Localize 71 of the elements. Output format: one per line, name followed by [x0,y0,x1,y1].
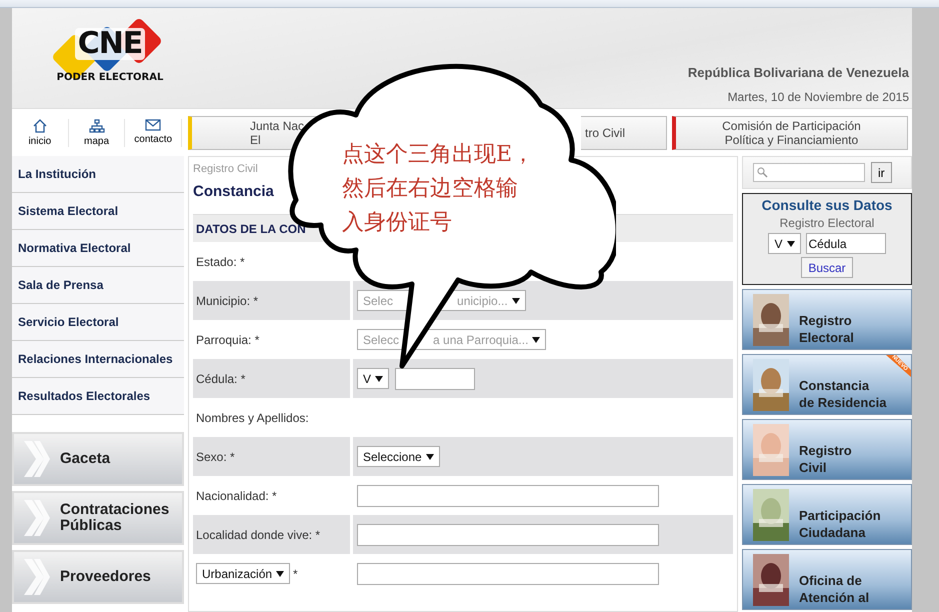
search-button[interactable]: Buscar [801,257,853,278]
caret-icon [276,570,284,576]
field-label: Nombres y Apellidos: [196,410,309,424]
card-label: Constancia de Residencia [799,376,886,410]
id-number-field[interactable] [395,368,476,390]
search-field[interactable] [753,163,865,182]
banner-button[interactable]: Gaceta [12,432,184,486]
caret-icon [426,454,434,460]
chevron-icon [22,498,52,538]
menu-item[interactable]: La Institución [12,156,184,193]
text-field[interactable] [357,524,659,546]
card-label: Participación Ciudadana [799,506,881,540]
sitemap-icon [88,118,104,132]
card-label: Oficina de Atención al [799,572,870,606]
logo-text: CNE [74,28,146,60]
caret-icon [375,376,384,382]
go-button[interactable]: ir [871,162,892,183]
menu-item[interactable]: Relaciones Internacionales [12,341,184,378]
banner-button[interactable]: Contrataciones Públicas [12,491,184,545]
caret-icon [532,336,540,342]
callout-text: 点这个三角出现E， 然后在右边空格输 入身份证号 [342,141,536,237]
field-label: Municipio: * [196,294,258,308]
id-number-field[interactable]: Cédula [806,233,886,254]
breadcrumb: Registro Civil [193,163,258,175]
service-card[interactable]: Participación Ciudadana [742,484,912,545]
banner-button[interactable]: Proveedores [12,550,184,604]
quick-link[interactable]: contacto [125,118,182,146]
search-icon [757,167,768,178]
panel-subtitle: Registro Electoral [780,216,874,230]
menu-item[interactable]: Sistema Electoral [12,193,184,230]
chevron-icon [22,439,52,479]
menu-item[interactable]: Sala de Prensa [12,267,184,304]
page-title: Constancia [193,183,274,200]
field-label: Localidad donde vive: * [196,528,320,542]
menu-item[interactable]: Normativa Electoral [12,230,184,267]
address-type-dropdown[interactable]: Urbanización [196,563,290,584]
field-label: Parroquia: * [196,332,260,346]
caret-icon [512,298,520,304]
field-label: Cédula: * [196,372,246,386]
mail-icon [145,118,162,130]
id-type-dropdown[interactable]: V [768,233,800,254]
date-text: Martes, 10 de Noviembre de 2015 [728,90,909,104]
banner-label: Proveedores [60,569,151,585]
field-label: Nacionalidad: * [196,488,277,502]
caret-icon [786,240,794,246]
section-heading: DATOS DE LA CON [196,222,306,236]
text-field[interactable] [357,562,659,584]
dropdown[interactable]: Seleccione [357,446,440,467]
required-mark: * [293,566,298,580]
quick-link[interactable]: inicio [12,118,69,146]
card-label: Registro Civil [799,442,852,476]
nav-tab[interactable]: tro Civil [581,116,667,150]
service-card[interactable]: Registro Civil [742,419,912,480]
logo-subtitle: PODER ELECTORAL [56,72,164,83]
menu-item[interactable]: Resultados Electorales [12,378,184,415]
id-type-dropdown[interactable]: V [357,368,390,389]
country-name: República Bolivariana de Venezuela [688,65,909,80]
home-icon [32,118,48,132]
text-field[interactable] [357,484,659,506]
field-label: Sexo: * [196,450,235,464]
menu-item[interactable]: Servicio Electoral [12,304,184,341]
chevron-icon [22,557,52,597]
service-card[interactable]: Oficina de Atención al [742,549,912,610]
field-label: Estado: * [196,254,245,268]
nav-tab[interactable]: Comisión de Participación Política y Financiamiento [672,116,908,150]
card-label: Registro Electoral [799,312,854,346]
panel-title: Consulte sus Datos [762,197,892,213]
quick-link[interactable]: mapa [68,118,126,146]
service-card[interactable]: Registro Electoral [742,289,912,350]
banner-label: Gaceta [60,451,110,467]
banner-label: Contrataciones Públicas [60,502,170,534]
